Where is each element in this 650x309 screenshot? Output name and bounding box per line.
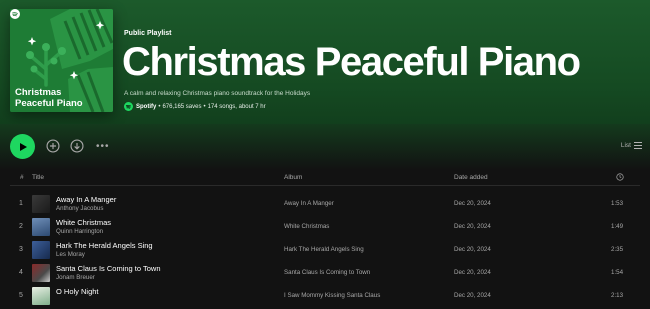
playlist-description: A calm and relaxing Christmas piano soun…: [124, 90, 311, 97]
track-album[interactable]: White Christmas: [284, 223, 329, 230]
view-toggle-label: List: [620, 142, 631, 149]
track-duration: 1:54: [611, 269, 624, 276]
tracklist-header: # Title Album Date added: [10, 170, 640, 186]
list-view-icon: [634, 142, 642, 149]
track-duration: 1:53: [611, 200, 624, 207]
track-date-added: Dec 20, 2024: [454, 292, 491, 299]
track-number: 4: [19, 269, 23, 276]
table-row[interactable]: 2 White Christmas Quinn Harrington White…: [10, 216, 640, 239]
add-circle-icon[interactable]: [46, 139, 60, 153]
track-album[interactable]: Santa Claus Is Coming to Town: [284, 269, 370, 276]
playlist-saves: 676,165 saves: [162, 103, 202, 110]
table-row[interactable]: 4 Santa Claus Is Coming to Town Jonam Br…: [10, 262, 640, 285]
track-title[interactable]: Away In A Manger: [56, 195, 116, 204]
track-artist[interactable]: Anthony Jacobus: [56, 205, 103, 212]
track-artist[interactable]: Les Moray: [56, 251, 85, 258]
track-album[interactable]: Away In A Manger: [284, 200, 334, 207]
meta-separator: •: [203, 103, 206, 110]
cover-title: Christmas Peaceful Piano: [15, 87, 83, 109]
track-thumbnail: [32, 264, 50, 282]
track-date-added: Dec 20, 2024: [454, 246, 491, 253]
view-toggle[interactable]: List: [621, 142, 642, 149]
playlist-type-label: Public Playlist: [124, 30, 172, 37]
column-header-number: #: [20, 174, 24, 181]
track-number: 3: [19, 246, 23, 253]
track-title[interactable]: White Christmas: [56, 218, 111, 227]
track-title[interactable]: O Holy Night: [56, 287, 99, 296]
track-thumbnail: [32, 287, 50, 305]
track-number: 1: [19, 200, 23, 207]
playlist-owner-link[interactable]: Spotify: [136, 104, 156, 110]
track-title[interactable]: Hark The Herald Angels Sing: [56, 241, 153, 250]
spotify-logo-icon: [10, 9, 20, 19]
download-circle-icon[interactable]: [70, 139, 84, 153]
page-title: Christmas Peaceful Piano: [122, 40, 581, 84]
tracklist: 1 Away In A Manger Anthony Jacobus Away …: [10, 193, 640, 308]
track-thumbnail: [32, 241, 50, 259]
more-options-icon[interactable]: •••: [96, 142, 110, 152]
track-duration: 2:13: [611, 292, 624, 299]
playlist-meta: Spotify • 676,165 saves • 174 songs, abo…: [124, 102, 266, 111]
track-album[interactable]: Hark The Herald Angels Sing: [284, 246, 364, 253]
track-album[interactable]: I Saw Mommy Kissing Santa Claus: [284, 292, 380, 299]
action-bar: ••• List: [0, 124, 650, 170]
track-thumbnail: [32, 218, 50, 236]
track-number: 2: [19, 223, 23, 230]
track-thumbnail: [32, 195, 50, 213]
track-title[interactable]: Santa Claus Is Coming to Town: [56, 264, 161, 273]
track-artist[interactable]: Quinn Harrington: [56, 228, 103, 235]
track-date-added: Dec 20, 2024: [454, 223, 491, 230]
playlist-song-count: 174 songs, about 7 hr: [207, 103, 266, 110]
playlist-header: Christmas Peaceful Piano Public Playlist…: [0, 0, 650, 124]
track-duration: 1:49: [611, 223, 624, 230]
spotify-logo-icon: [124, 102, 133, 111]
playlist-cover-art[interactable]: Christmas Peaceful Piano: [10, 9, 113, 112]
track-duration: 2:35: [611, 246, 624, 253]
meta-separator: •: [158, 103, 161, 110]
column-header-album[interactable]: Album: [284, 174, 302, 181]
track-date-added: Dec 20, 2024: [454, 200, 491, 207]
track-artist[interactable]: Jonam Breuer: [56, 274, 95, 281]
play-icon: [19, 142, 27, 151]
clock-icon[interactable]: [616, 173, 624, 181]
column-header-title[interactable]: Title: [32, 174, 44, 181]
table-row[interactable]: 5 O Holy Night I Saw Mommy Kissing Santa…: [10, 285, 640, 308]
column-header-date-added[interactable]: Date added: [454, 174, 488, 181]
table-row[interactable]: 1 Away In A Manger Anthony Jacobus Away …: [10, 193, 640, 216]
track-number: 5: [19, 292, 23, 299]
play-button[interactable]: [10, 134, 35, 159]
track-date-added: Dec 20, 2024: [454, 269, 491, 276]
table-row[interactable]: 3 Hark The Herald Angels Sing Les Moray …: [10, 239, 640, 262]
